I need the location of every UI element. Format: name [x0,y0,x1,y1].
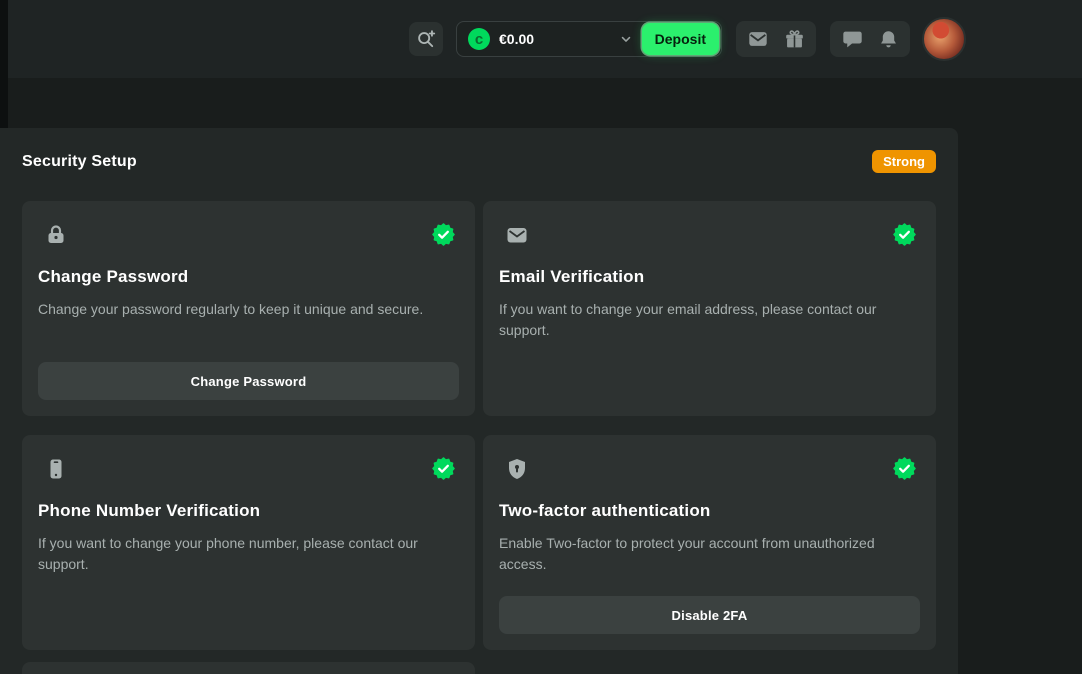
page-title: Security Setup [22,153,137,171]
verified-badge-icon [432,457,455,480]
card-phone-verification: Phone Number Verification If you want to… [22,435,475,650]
chat-button[interactable] [836,24,868,54]
disable-2fa-button[interactable]: Disable 2FA [499,596,920,634]
card-title: Email Verification [499,267,920,287]
wallet-balance: €0.00 [499,31,534,47]
card-title: Two-factor authentication [499,501,920,521]
wallet-dropdown[interactable]: c €0.00 Deposit [456,21,722,57]
sidebar-edge [0,0,8,128]
envelope-icon [505,223,529,247]
search-button[interactable] [409,22,443,56]
search-icon [415,28,437,50]
gift-button[interactable] [778,24,810,54]
card-description: If you want to change your email address… [499,299,919,341]
card-change-password: Change Password Change your password reg… [22,201,475,416]
verified-badge-icon [432,223,455,246]
phone-icon [44,457,68,481]
topbar: c €0.00 Deposit [0,0,1082,78]
panel-header: Security Setup Strong [22,150,936,173]
next-card-partial [22,662,475,674]
verified-badge-icon [893,457,916,480]
deposit-button[interactable]: Deposit [642,23,719,55]
coin-icon: c [468,28,490,50]
mail-icon [747,28,769,50]
chevron-down-icon[interactable] [619,32,633,46]
bell-icon [878,29,899,50]
card-description: If you want to change your phone number,… [38,533,458,575]
security-cards-grid: Change Password Change your password reg… [22,201,936,650]
mail-button[interactable] [742,24,774,54]
card-title: Phone Number Verification [38,501,459,521]
chat-bell-group [830,21,910,57]
mail-gift-group [736,21,816,57]
strength-badge: Strong [872,150,936,173]
card-description: Change your password regularly to keep i… [38,299,458,320]
security-panel: Security Setup Strong [0,128,958,674]
card-title: Change Password [38,267,459,287]
card-email-verification: Email Verification If you want to change… [483,201,936,416]
notifications-button[interactable] [872,24,904,54]
avatar[interactable] [922,17,966,61]
card-two-factor: Two-factor authentication Enable Two-fac… [483,435,936,650]
change-password-button[interactable]: Change Password [38,362,459,400]
verified-badge-icon [893,223,916,246]
gift-icon [784,29,805,50]
card-description: Enable Two-factor to protect your accoun… [499,533,919,575]
lock-icon [44,223,68,247]
chat-icon [842,29,863,50]
shield-icon [505,457,529,481]
